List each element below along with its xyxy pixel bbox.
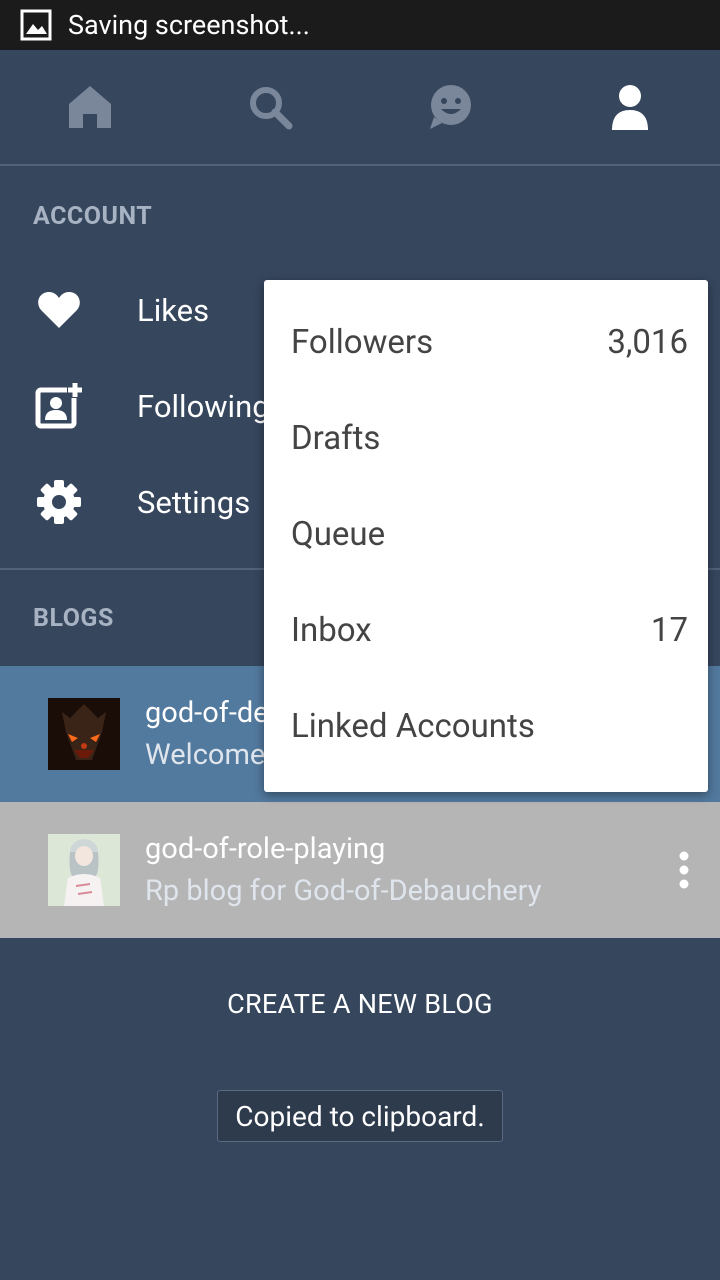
blog-name: god-of-de	[145, 696, 269, 730]
popup-item-followers[interactable]: Followers 3,016	[264, 294, 708, 390]
account-icon	[612, 85, 648, 130]
more-vert-icon[interactable]	[672, 850, 696, 890]
popup-item-drafts[interactable]: Drafts	[264, 390, 708, 486]
popup-item-label: Drafts	[291, 418, 381, 458]
tab-bar	[0, 50, 720, 166]
blog-row[interactable]: god-of-role-playing Rp blog for God-of-D…	[0, 802, 720, 938]
menu-item-label: Following	[137, 387, 270, 425]
popup-item-linked-accounts[interactable]: Linked Accounts	[264, 678, 708, 774]
image-icon	[20, 9, 52, 41]
inbox-count: 17	[650, 610, 688, 650]
heart-icon	[35, 286, 83, 334]
menu-item-label: Likes	[137, 291, 210, 329]
create-blog-button[interactable]: CREATE A NEW BLOG	[0, 988, 720, 1020]
popup-item-inbox[interactable]: Inbox 17	[264, 582, 708, 678]
blog-description: Rp blog for God-of-Debauchery	[145, 874, 542, 908]
blog-avatar	[48, 698, 120, 770]
menu-item-label: Settings	[137, 483, 251, 521]
status-bar: Saving screenshot...	[0, 0, 720, 50]
toast: Copied to clipboard.	[217, 1090, 503, 1142]
account-header: ACCOUNT	[33, 202, 153, 231]
search-icon	[250, 87, 293, 130]
blog-avatar	[48, 834, 120, 906]
tab-search[interactable]	[180, 50, 360, 164]
blog-name: god-of-role-playing	[145, 832, 386, 866]
tab-home[interactable]	[0, 50, 180, 164]
home-icon	[69, 86, 111, 128]
account-popup-menu: Followers 3,016 Drafts Queue Inbox 17 Li…	[264, 280, 708, 792]
toast-text: Copied to clipboard.	[235, 1099, 485, 1133]
blogs-header: BLOGS	[33, 604, 114, 633]
followers-count: 3,016	[607, 322, 688, 362]
blog-description: Welcome	[145, 738, 266, 772]
status-text: Saving screenshot...	[68, 9, 310, 41]
smiley-icon	[430, 85, 471, 129]
gear-icon	[35, 478, 83, 526]
tab-activity[interactable]	[360, 50, 540, 164]
following-icon	[35, 382, 83, 430]
popup-item-label: Queue	[291, 514, 386, 554]
popup-item-label: Linked Accounts	[291, 706, 535, 746]
tab-account[interactable]	[540, 50, 720, 164]
popup-item-label: Inbox	[291, 610, 372, 650]
popup-item-queue[interactable]: Queue	[264, 486, 708, 582]
popup-item-label: Followers	[291, 322, 434, 362]
